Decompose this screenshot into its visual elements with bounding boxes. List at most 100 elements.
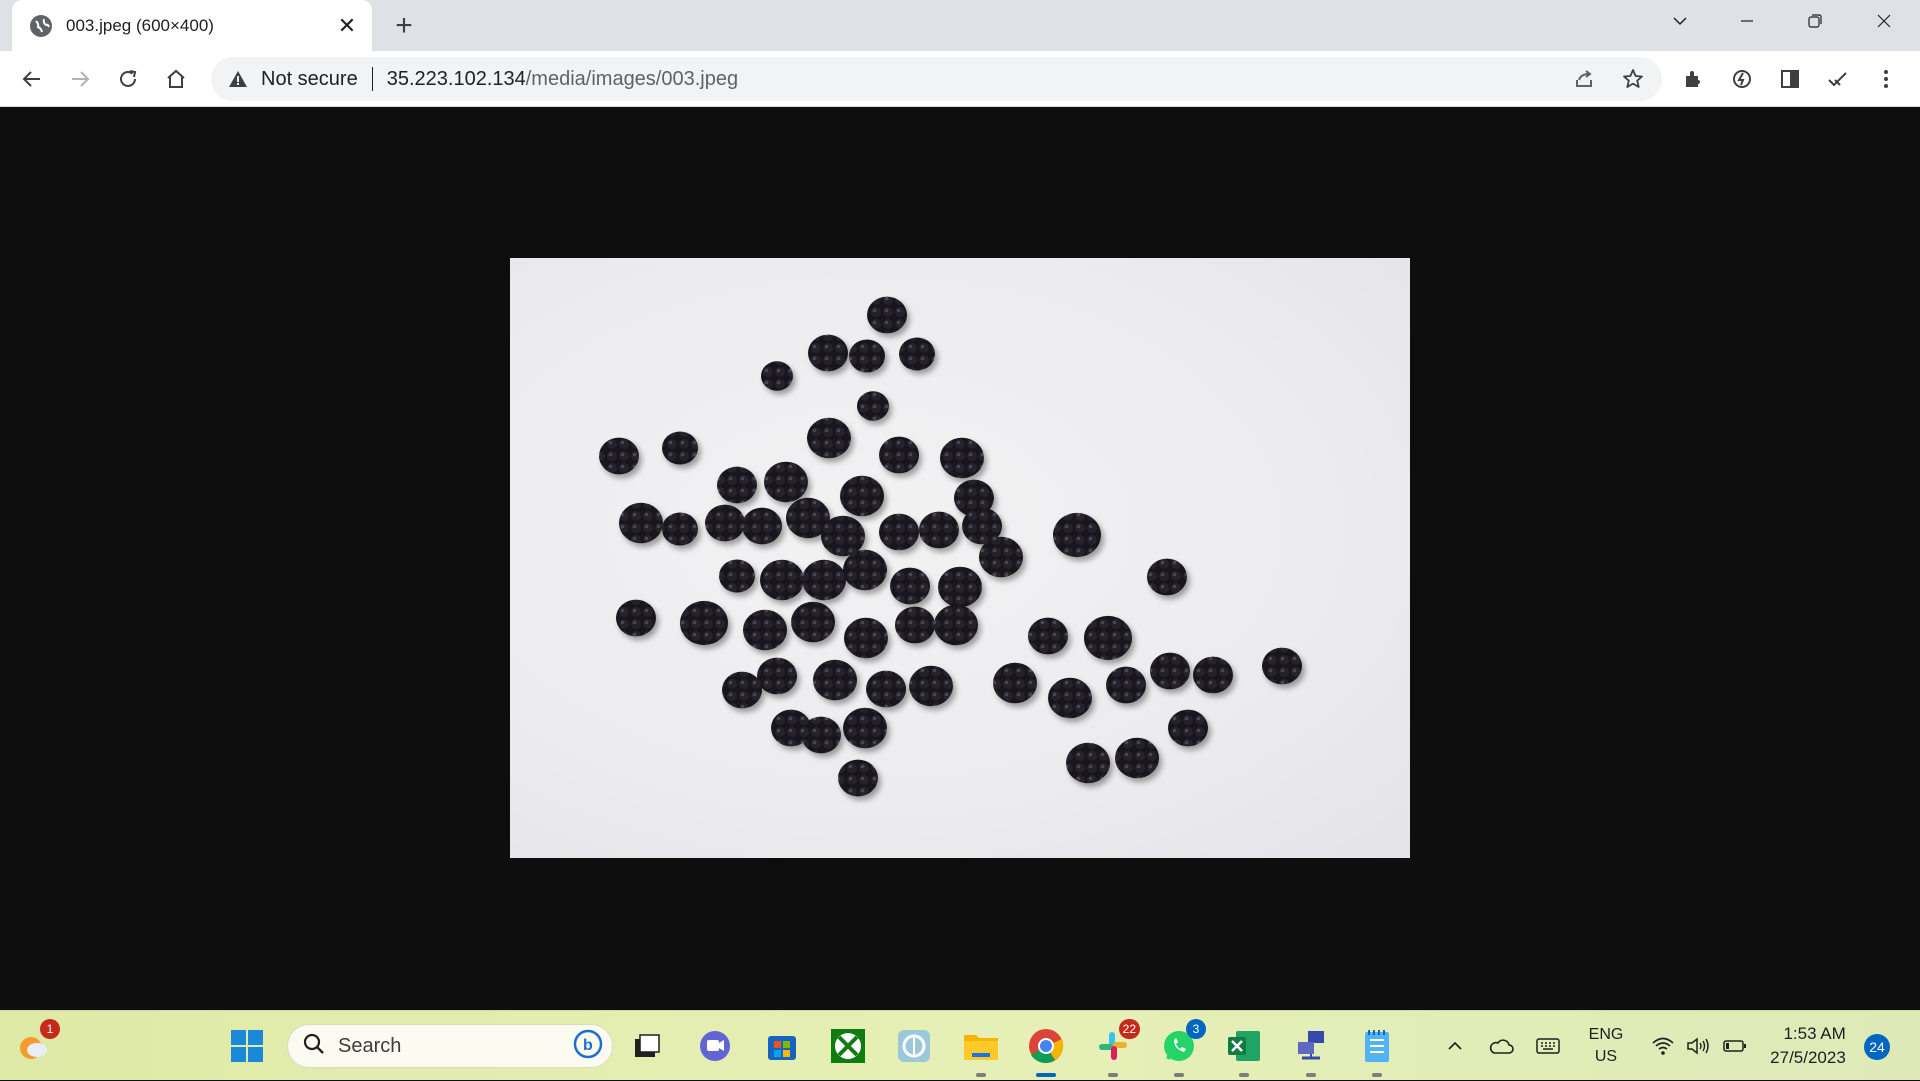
running-indicator <box>1306 1073 1316 1077</box>
plus-icon[interactable]: + <box>389 9 419 42</box>
bing-icon[interactable]: b <box>572 1028 604 1065</box>
blackberry <box>940 437 984 479</box>
close-icon[interactable]: ✕ <box>334 13 360 39</box>
whatsapp-badge: 3 <box>1186 1019 1206 1039</box>
store-icon[interactable] <box>761 1025 803 1067</box>
blackberry <box>616 599 656 637</box>
svg-text:b: b <box>583 1037 593 1054</box>
blackberry <box>879 436 919 474</box>
blackberry <box>680 600 728 646</box>
slack-icon[interactable]: 22 <box>1092 1019 1140 1077</box>
chrome-icon[interactable] <box>1025 1025 1067 1077</box>
tab-strip: 003.jpeg (600×400) ✕ + <box>0 0 1920 51</box>
tab-active[interactable]: 003.jpeg (600×400) ✕ <box>12 0 372 51</box>
page-viewport <box>0 107 1920 1010</box>
widgets-weather-icon[interactable]: 1 <box>12 1019 60 1067</box>
blackberry <box>757 657 797 695</box>
speed-icon[interactable] <box>1722 59 1762 99</box>
blackberry <box>843 707 887 749</box>
blackberry <box>802 559 846 601</box>
volume-icon[interactable] <box>1683 1011 1713 1081</box>
address-bar[interactable]: Not secure 35.223.102.134/media/images/0… <box>211 57 1662 101</box>
active-indicator <box>1036 1073 1056 1077</box>
check-icon[interactable] <box>1818 59 1858 99</box>
app-icon[interactable] <box>893 1025 935 1067</box>
blackberry <box>1028 617 1068 655</box>
window-close-icon[interactable] <box>1856 0 1912 42</box>
taskbar: 1 Search b 22 3 ENG US 1:53 AM 27/5/2023… <box>0 1010 1920 1080</box>
extensions-icon[interactable] <box>1674 59 1714 99</box>
running-indicator <box>1239 1073 1249 1077</box>
minimize-icon[interactable] <box>1719 0 1775 42</box>
search-label: Search <box>338 1034 402 1057</box>
blackberry <box>1193 656 1233 694</box>
blackberry <box>743 609 787 651</box>
blackberry <box>1066 742 1110 784</box>
globe-icon <box>30 14 52 37</box>
blackberry <box>840 475 884 517</box>
onedrive-icon[interactable] <box>1484 1011 1518 1081</box>
blackberry <box>993 662 1037 704</box>
chevron-down-icon[interactable] <box>1652 0 1708 42</box>
wifi-icon[interactable] <box>1648 1011 1678 1081</box>
language-indicator[interactable]: ENG US <box>1580 1011 1632 1081</box>
whatsapp-icon[interactable]: 3 <box>1158 1019 1206 1077</box>
security-label[interactable]: Not secure <box>261 68 358 91</box>
url-host: 35.223.102.134 <box>386 67 526 90</box>
tab-title: 003.jpeg (600×400) <box>66 15 214 35</box>
keyboard-icon[interactable] <box>1531 1011 1565 1081</box>
blackberry <box>909 665 953 707</box>
blackberries-photo <box>599 296 1302 797</box>
blackberry <box>890 567 930 605</box>
clock[interactable]: 1:53 AM 27/5/2023 <box>1762 1011 1854 1081</box>
blackberry <box>807 417 851 459</box>
language-region: US <box>1594 1048 1618 1065</box>
warning-icon[interactable] <box>227 68 249 90</box>
blackberry <box>619 502 663 544</box>
blackberry <box>879 513 919 551</box>
star-icon[interactable] <box>1621 67 1645 91</box>
blackberry <box>979 536 1023 578</box>
blackberry <box>1053 512 1101 558</box>
blackberry <box>705 504 745 542</box>
menu-icon[interactable] <box>1866 59 1906 99</box>
blackberry <box>760 559 804 601</box>
back-icon[interactable] <box>12 59 52 99</box>
blackberries-image[interactable] <box>510 258 1410 858</box>
reload-icon[interactable] <box>108 59 148 99</box>
chevron-up-icon[interactable] <box>1438 1011 1472 1081</box>
blackberry <box>662 512 698 546</box>
notepad-icon[interactable] <box>1356 1025 1398 1077</box>
file-explorer-icon[interactable] <box>960 1025 1002 1077</box>
taskbar-search[interactable]: Search b <box>287 1024 613 1068</box>
blackberry <box>1262 647 1302 685</box>
blackberry <box>899 337 935 371</box>
restore-icon[interactable] <box>1787 0 1843 42</box>
xbox-icon[interactable] <box>827 1025 869 1067</box>
blackberry <box>1168 709 1208 747</box>
blackberry <box>1084 615 1132 661</box>
blackberry <box>857 391 889 421</box>
blackberry <box>919 511 959 549</box>
excel-icon[interactable] <box>1223 1025 1265 1077</box>
running-indicator <box>1372 1073 1382 1077</box>
blackberry <box>934 604 978 646</box>
browser-toolbar: Not secure 35.223.102.134/media/images/0… <box>0 51 1920 107</box>
windows-start-icon[interactable] <box>226 1025 268 1067</box>
network-app-icon[interactable] <box>1290 1025 1332 1077</box>
forward-icon[interactable] <box>60 59 100 99</box>
task-view-icon[interactable] <box>626 1025 668 1067</box>
blackberry <box>761 361 793 391</box>
blackberry <box>895 606 935 644</box>
share-icon[interactable] <box>1572 67 1596 91</box>
running-indicator <box>1174 1073 1184 1077</box>
notification-badge[interactable]: 24 <box>1864 1034 1890 1060</box>
blackberry <box>938 566 982 608</box>
clock-date: 27/5/2023 <box>1770 1048 1846 1067</box>
sidepanel-icon[interactable] <box>1770 59 1810 99</box>
teams-icon[interactable] <box>694 1025 736 1067</box>
home-icon[interactable] <box>156 59 196 99</box>
battery-icon[interactable] <box>1720 1011 1750 1081</box>
blackberry <box>722 671 762 709</box>
blackberry <box>764 461 808 503</box>
